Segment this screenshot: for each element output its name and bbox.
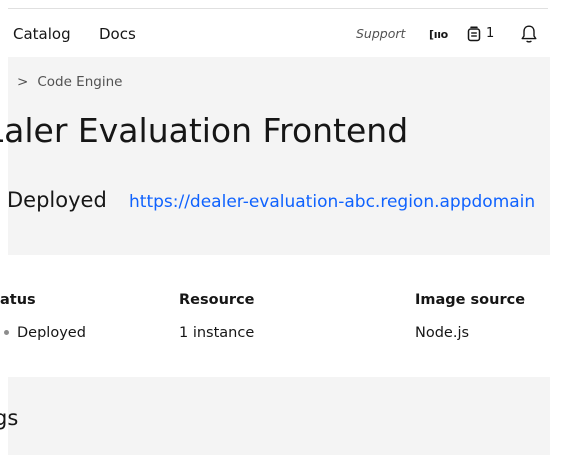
breadcrumb: > Code Engine [17, 73, 122, 91]
page: Catalog Docs Support [ııo 1 > Code Engine… [0, 0, 588, 474]
breadcrumb-code-engine[interactable]: Code Engine [37, 74, 122, 90]
chevron-right-icon: > [17, 74, 29, 90]
image-source-label: Image source [415, 292, 526, 308]
support-link[interactable]: Support [356, 26, 405, 42]
nav-docs-link[interactable]: Docs [99, 24, 136, 44]
deployment-status: Deployed [7, 188, 107, 212]
header-divider [8, 8, 548, 9]
cost-count: 1 [486, 26, 495, 41]
nav-catalog-link[interactable]: Catalog [13, 24, 71, 44]
resource-value: 1 instance [179, 325, 255, 341]
page-title: ɩaler Evaluation Frontend [0, 111, 409, 150]
status-value-text: Deployed [17, 325, 86, 341]
cost-estimator-icon[interactable] [467, 24, 481, 44]
status-value: Deployed [0, 323, 86, 343]
top-header: Catalog Docs Support [ııo 1 [0, 0, 550, 57]
settings-section [8, 377, 550, 455]
image-source-value: Node.js [415, 325, 470, 341]
section-title: gs [0, 406, 19, 430]
app-url-link[interactable]: https://dealer-evaluation-abc.region.app… [129, 191, 535, 213]
notification-bell-icon[interactable] [520, 24, 538, 44]
status-label: atus [0, 292, 36, 308]
app-switcher-icon[interactable]: [ııo [429, 24, 448, 44]
resource-label: Resource [179, 292, 255, 308]
status-dot-icon [4, 329, 9, 335]
